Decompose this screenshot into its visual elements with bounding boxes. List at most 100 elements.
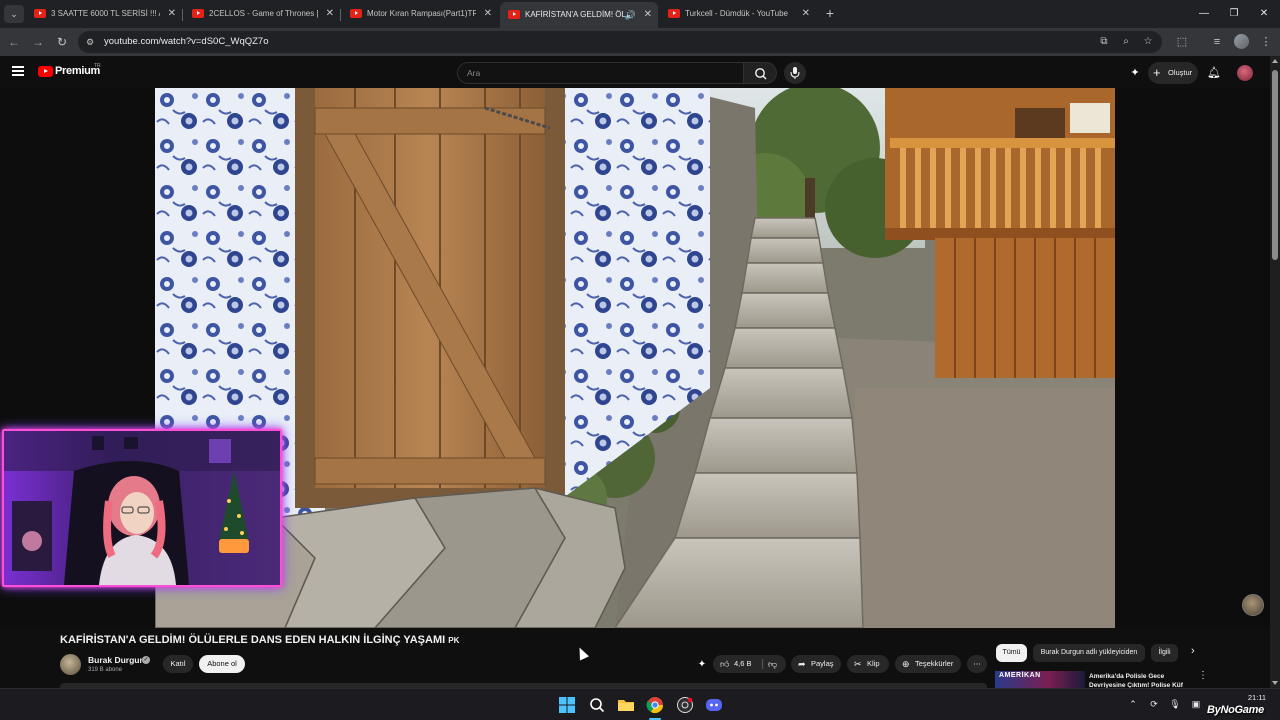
chrome-menu-kebab-icon[interactable]: ⋮ xyxy=(1258,34,1274,50)
tab-title: 2CELLOS - Game of Thrones [LI xyxy=(209,9,318,18)
verified-check-icon: ✓ xyxy=(142,656,150,664)
tab-title: Motor Kıran Rampası(Part1)TR xyxy=(367,9,476,18)
premium-sparkle-icon[interactable]: ✦ xyxy=(1128,66,1142,80)
reload-icon[interactable]: ↻ xyxy=(54,34,70,50)
taskbar-search-icon[interactable] xyxy=(588,696,606,714)
tray-sync-icon[interactable]: ⟳ xyxy=(1148,699,1160,710)
account-avatar[interactable] xyxy=(1237,65,1253,81)
join-button[interactable]: Katıl xyxy=(163,655,193,673)
dislike-thumb-icon[interactable]: 👎︎ xyxy=(768,655,777,673)
media-controls-icon[interactable]: ≡ xyxy=(1209,34,1225,50)
recommended-video-title[interactable]: Amerika'da Polisle Gece Devriyesine Çıkt… xyxy=(1089,672,1194,688)
window-restore-icon[interactable]: ❐ xyxy=(1226,6,1242,22)
obs-recorder-icon[interactable] xyxy=(676,696,694,714)
voice-search-button[interactable] xyxy=(784,62,806,84)
hamburger-menu-icon[interactable] xyxy=(12,66,24,76)
premium-sparkle-icon[interactable]: ✦ xyxy=(695,658,709,672)
search-input[interactable] xyxy=(467,68,727,78)
recommended-video-thumbnail[interactable]: AMERİKAN xyxy=(995,671,1085,688)
address-url[interactable]: youtube.com/watch?v=dS0C_WqQZ7o xyxy=(104,31,269,53)
thumbnail-text: AMERİKAN xyxy=(999,672,1041,679)
webcam-scene xyxy=(4,431,280,585)
video-player[interactable] xyxy=(0,88,1270,628)
clock-time: 21:11 xyxy=(1247,693,1267,702)
channel-avatar[interactable] xyxy=(60,654,81,675)
chips-next-chevron-icon[interactable]: › xyxy=(1191,645,1195,657)
like-divider xyxy=(762,659,763,669)
page-scrollbar[interactable] xyxy=(1270,56,1280,688)
scroll-up-arrow-icon[interactable] xyxy=(1272,59,1278,63)
tab-close-icon[interactable]: ✕ xyxy=(326,3,334,25)
tray-microphone-icon[interactable]: 🎙︎ xyxy=(1169,699,1181,710)
bookmark-star-icon[interactable]: ☆ xyxy=(1142,36,1154,48)
address-bar[interactable]: ⚙ youtube.com/watch?v=dS0C_WqQZ7o ⧉ ⌕ ☆ xyxy=(78,31,1162,53)
install-app-icon[interactable]: ⧉ xyxy=(1098,36,1110,48)
clip-button-label: Klip xyxy=(867,659,880,668)
tab-close-icon[interactable]: ✕ xyxy=(802,3,810,25)
like-count[interactable]: 4,6 B xyxy=(734,655,752,673)
window-minimize-icon[interactable]: — xyxy=(1196,6,1212,22)
clip-button[interactable]: ✂ Klip xyxy=(847,655,889,673)
create-button-label: Oluştur xyxy=(1168,68,1193,77)
video-info-area: KAFİRİSTAN'A GELDİM! ÖLÜLERLE DANS EDEN … xyxy=(0,628,1270,688)
thanks-button-label: Teşekkürler xyxy=(915,659,954,668)
country-code: TR xyxy=(94,63,101,69)
window-close-icon[interactable]: ✕ xyxy=(1256,6,1272,22)
browser-tab[interactable]: Motor Kıran Rampası(Part1)TR ✕ xyxy=(342,3,498,25)
discord-icon[interactable] xyxy=(705,696,723,714)
youtube-logo-icon[interactable] xyxy=(38,66,53,77)
scrollbar-thumb[interactable] xyxy=(1272,70,1278,260)
share-button[interactable]: ➦ Paylaş xyxy=(791,655,841,673)
file-explorer-folder-icon[interactable] xyxy=(617,696,635,714)
back-arrow-icon[interactable]: ← xyxy=(6,34,22,50)
tray-network-icon[interactable]: ▣ xyxy=(1190,699,1202,710)
video-title-text: KAFİRİSTAN'A GELDİM! ÖLÜLERLE DANS EDEN … xyxy=(60,634,446,646)
tab-divider xyxy=(182,9,183,21)
like-dislike-group: 👍︎ 4,6 B 👎︎ xyxy=(713,655,786,673)
browser-toolbar: ← → ↻ ⚙ youtube.com/watch?v=dS0C_WqQZ7o … xyxy=(0,28,1280,56)
search-button[interactable] xyxy=(743,62,777,84)
profile-avatar[interactable] xyxy=(1234,34,1249,49)
taskbar-clock[interactable]: 21:11 xyxy=(1244,693,1270,702)
extensions-puzzle-icon[interactable]: ⬚ xyxy=(1174,34,1190,50)
microphone-icon xyxy=(790,67,800,79)
forward-arrow-icon[interactable]: → xyxy=(30,34,46,50)
flag-badge: PK xyxy=(448,636,460,645)
channel-watermark-avatar[interactable] xyxy=(1242,594,1264,616)
recommended-more-kebab-icon[interactable]: ⋮ xyxy=(1198,670,1208,681)
browser-tab[interactable]: 3 SAATTE 6000 TL SERİSİ !!! AD ✕ xyxy=(26,3,182,25)
scroll-down-arrow-icon[interactable] xyxy=(1272,681,1278,685)
tab-close-icon[interactable]: ✕ xyxy=(168,3,176,25)
video-frame[interactable] xyxy=(155,88,1115,628)
more-horizontal-icon: ⋯ xyxy=(973,659,981,668)
create-button[interactable]: + Oluştur xyxy=(1148,62,1198,84)
like-thumb-icon[interactable]: 👍︎ xyxy=(720,655,729,673)
tab-close-icon[interactable]: ✕ xyxy=(484,3,492,25)
search-icon xyxy=(755,68,767,80)
chrome-icon[interactable] xyxy=(646,696,664,714)
scissors-icon: ✂ xyxy=(854,659,862,669)
youtube-favicon-icon xyxy=(668,9,680,18)
tray-overflow-chevron-icon[interactable]: ⌃ xyxy=(1127,699,1139,710)
zoom-icon[interactable]: ⌕ xyxy=(1120,36,1132,48)
tab-close-icon[interactable]: ✕ xyxy=(644,2,652,28)
windows-start-icon[interactable] xyxy=(558,696,576,714)
thanks-button[interactable]: ⊕ Teşekkürler xyxy=(895,655,961,673)
chip-all[interactable]: Tümü xyxy=(996,644,1027,662)
search-box[interactable] xyxy=(457,62,743,84)
browser-tab[interactable]: 2CELLOS - Game of Thrones [LI ✕ xyxy=(184,3,340,25)
chip-from-uploader[interactable]: Burak Durgun adlı yükleyiciden xyxy=(1033,644,1145,662)
browser-tab[interactable]: Turkcell - Dümdük - YouTube ✕ xyxy=(660,3,816,25)
chip-related[interactable]: İlgili xyxy=(1151,644,1178,662)
streamer-watermark: ByNoGame xyxy=(1207,704,1264,716)
tab-search-chevron-icon[interactable]: ⌄ xyxy=(4,5,24,23)
browser-tab-active[interactable]: KAFİRİSTAN'A GELDİM! ÖLÜ 🔊 ✕ xyxy=(500,2,658,28)
more-actions-button[interactable]: ⋯ xyxy=(967,655,987,673)
site-info-icon[interactable]: ⚙ xyxy=(86,36,98,48)
new-tab-plus-icon[interactable]: + xyxy=(822,5,838,21)
subscribe-button[interactable]: Abone ol xyxy=(199,655,245,673)
notifications-bell-icon[interactable]: 🔔︎ xyxy=(1207,66,1221,80)
channel-name[interactable]: Burak Durgun xyxy=(88,655,145,665)
join-button-label: Katıl xyxy=(170,659,186,668)
tab-audio-speaker-icon[interactable]: 🔊 xyxy=(625,2,636,28)
